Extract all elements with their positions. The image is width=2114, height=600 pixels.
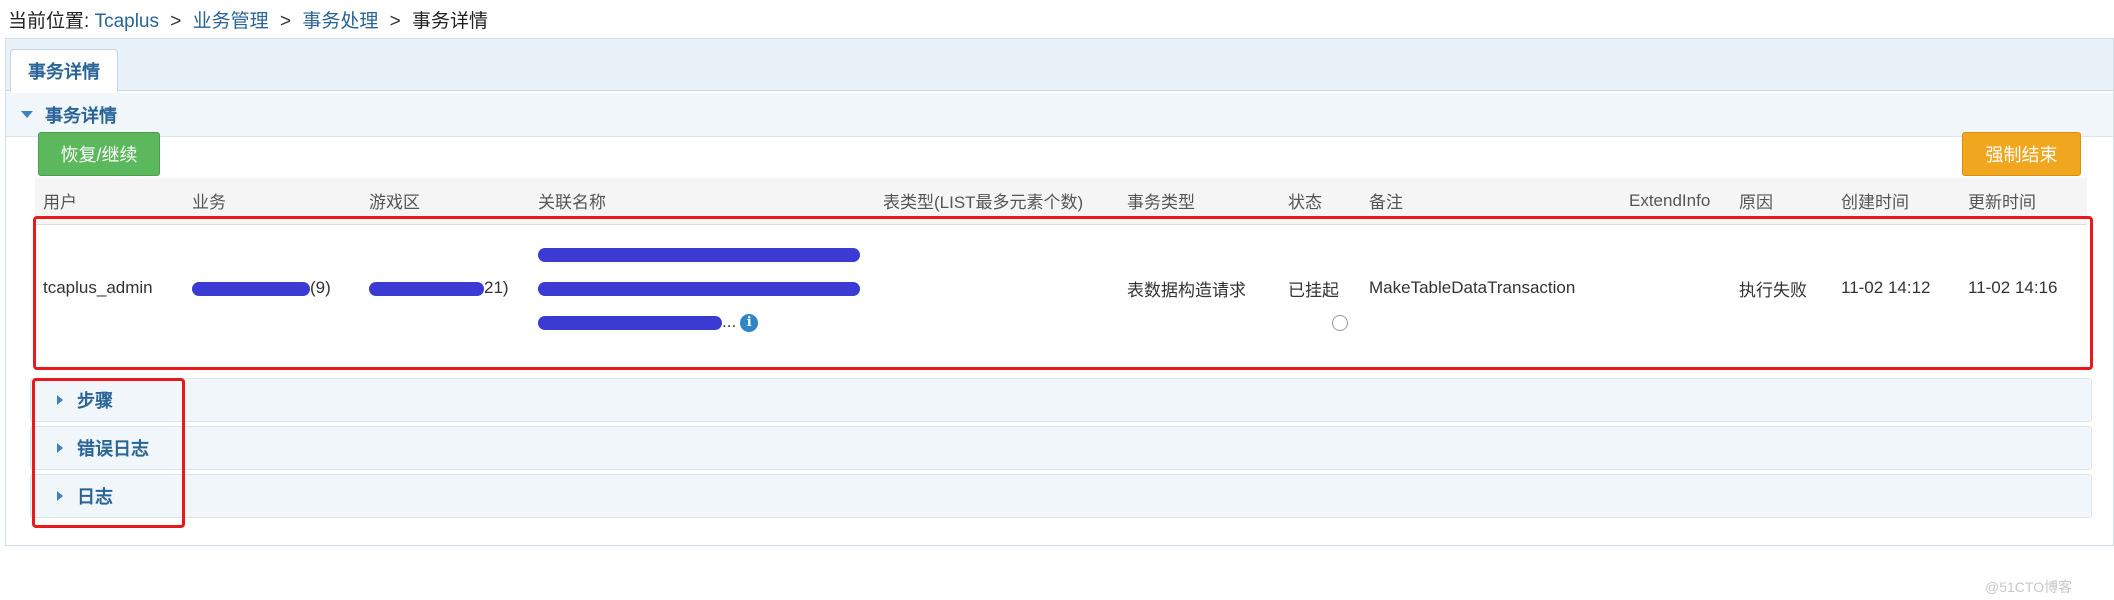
- business-id: (9): [310, 278, 331, 298]
- cell-zone: 21): [361, 224, 530, 352]
- cell-status: 已挂起: [1280, 224, 1361, 352]
- column-header-created-time: 创建时间: [1833, 178, 1960, 225]
- column-header-updated-time: 更新时间: [1960, 178, 2087, 225]
- column-header-status: 状态: [1280, 178, 1361, 225]
- section-steps[interactable]: 步骤: [30, 378, 2092, 422]
- column-header-table-type: 表类型(LIST最多元素个数): [875, 178, 1119, 225]
- tab-bar: 事务详情: [6, 39, 2113, 92]
- cell-extend-info: [1621, 224, 1731, 352]
- column-header-zone: 游戏区: [361, 178, 530, 225]
- cell-created-time: 11-02 14:12: [1841, 278, 1931, 298]
- redacted-text: [192, 281, 310, 296]
- breadcrumb-link-transaction-processing[interactable]: 事务处理: [302, 11, 378, 32]
- caret-down-icon: [21, 111, 33, 118]
- column-header-reason: 原因: [1731, 178, 1833, 225]
- caret-right-icon: [57, 443, 63, 453]
- column-header-remark: 备注: [1361, 178, 1621, 225]
- caret-right-icon: [57, 491, 63, 501]
- column-header-extend-info: ExtendInfo: [1621, 178, 1731, 225]
- breadcrumb-prefix: 当前位置:: [8, 11, 90, 32]
- breadcrumb-link-tcaplus[interactable]: Tcaplus: [95, 11, 159, 32]
- breadcrumb: 当前位置: Tcaplus > 业务管理 > 事务处理 > 事务详情: [8, 6, 488, 33]
- caret-right-icon: [57, 395, 63, 405]
- panel-header[interactable]: 事务详情: [6, 93, 2113, 137]
- breadcrumb-link-business-management[interactable]: 业务管理: [193, 11, 269, 32]
- watermark: @51CTO博客: [1985, 579, 2073, 595]
- status-text: 已挂起: [1288, 280, 1339, 300]
- table-row: tcaplus_admin (9) 21) ... i 表数据构造请求 已挂起 M…: [35, 224, 2087, 352]
- transaction-table: 用户 业务 游戏区 关联名称 表类型(LIST最多元素个数) 事务类型 状态 备…: [35, 178, 2087, 352]
- cell-table-type: [875, 224, 1119, 352]
- tab-transaction-detail[interactable]: 事务详情: [10, 49, 118, 92]
- redacted-text: [369, 281, 484, 296]
- redacted-text: [538, 281, 860, 296]
- breadcrumb-current: 事务详情: [412, 11, 489, 32]
- column-header-user: 用户: [35, 178, 184, 225]
- related-name-ellipsis: ...: [722, 312, 737, 332]
- breadcrumb-separator: >: [279, 11, 292, 32]
- cell-transaction-type: 表数据构造请求: [1127, 280, 1246, 300]
- cell-business: (9): [184, 224, 361, 352]
- panel-title: 事务详情: [45, 105, 117, 126]
- column-header-transaction-type: 事务类型: [1119, 178, 1280, 225]
- column-header-related-name: 关联名称: [530, 178, 875, 225]
- zone-id: 21): [484, 278, 509, 298]
- cell-remark: MakeTableDataTransaction: [1369, 278, 1576, 298]
- section-log[interactable]: 日志: [30, 474, 2092, 518]
- column-header-business: 业务: [184, 178, 361, 225]
- cell-updated-time: 11-02 14:16: [1968, 278, 2058, 298]
- info-icon[interactable]: i: [740, 313, 759, 332]
- force-end-button[interactable]: 强制结束: [1962, 132, 2081, 176]
- section-steps-label: 步骤: [77, 391, 113, 411]
- section-error-log[interactable]: 错误日志: [30, 426, 2092, 470]
- redacted-text: [538, 315, 722, 330]
- cell-reason: 执行失败: [1739, 280, 1807, 300]
- section-error-log-label: 错误日志: [77, 439, 149, 459]
- cell-related-name: ... i: [530, 224, 875, 352]
- redacted-text: [538, 247, 860, 262]
- cell-user: tcaplus_admin: [43, 278, 153, 298]
- table-header-row: 用户 业务 游戏区 关联名称 表类型(LIST最多元素个数) 事务类型 状态 备…: [35, 178, 2087, 225]
- radio-icon[interactable]: [1332, 314, 1348, 331]
- resume-button[interactable]: 恢复/继续: [38, 132, 160, 176]
- breadcrumb-separator: >: [389, 11, 401, 32]
- breadcrumb-separator: >: [170, 11, 182, 32]
- section-log-label: 日志: [77, 487, 113, 507]
